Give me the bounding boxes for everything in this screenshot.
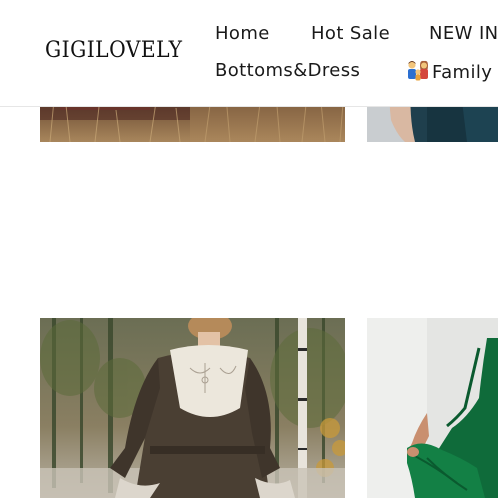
- nav-item-label: Family: [432, 62, 493, 83]
- nav-item-bottoms-dress[interactable]: Bottoms&Dress: [215, 60, 360, 81]
- nav-item-home[interactable]: Home: [215, 23, 270, 44]
- site-logo[interactable]: GIGILOVELY: [45, 38, 183, 63]
- nav-item-family[interactable]: Family: [406, 60, 492, 83]
- product-image: [40, 318, 345, 498]
- product-card[interactable]: [40, 318, 345, 498]
- product-image: [367, 318, 498, 498]
- nav-item-new-in[interactable]: NEW IN: [429, 23, 498, 44]
- family-emoji-icon: [408, 60, 428, 81]
- product-card[interactable]: [367, 318, 498, 498]
- site-header: GIGILOVELY Home Hot Sale NEW IN Bottoms&…: [0, 0, 498, 107]
- nav-item-hot-sale[interactable]: Hot Sale: [311, 23, 390, 44]
- page: GIGILOVELY Home Hot Sale NEW IN Bottoms&…: [0, 0, 498, 498]
